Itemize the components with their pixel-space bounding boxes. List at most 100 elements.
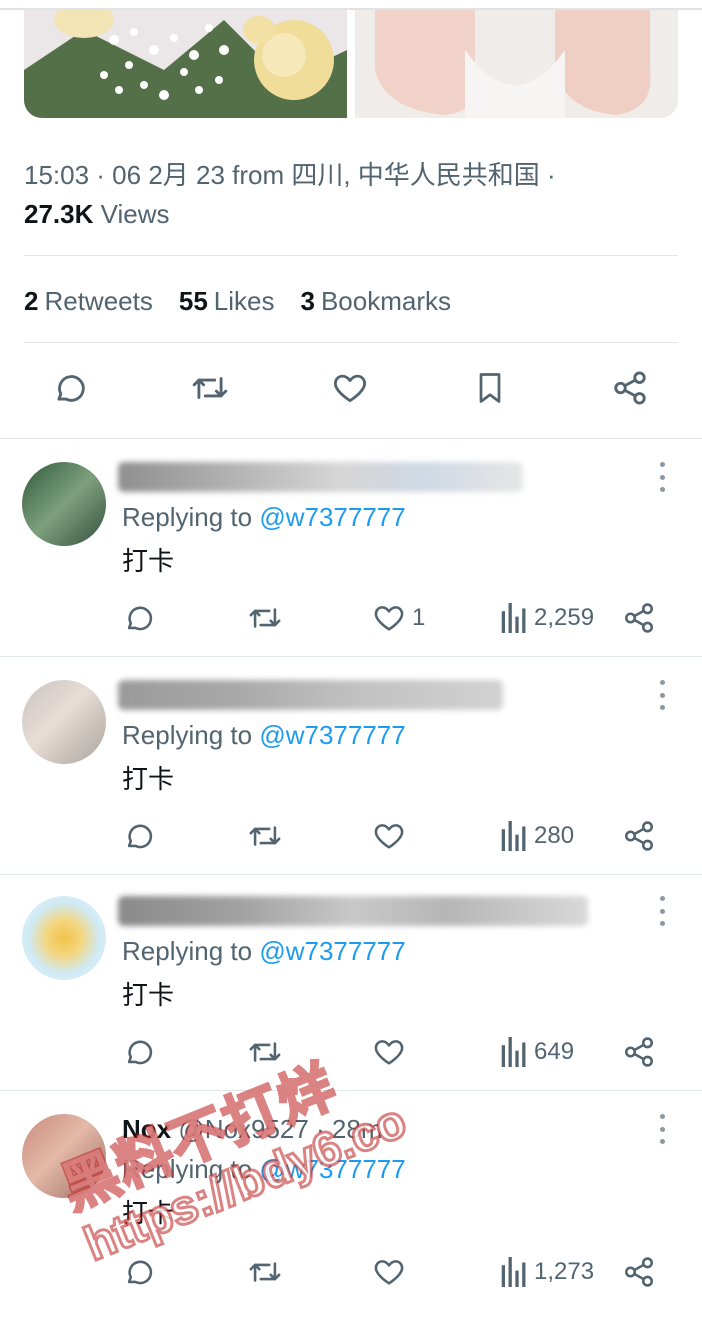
retweets-label: Retweets <box>44 286 153 316</box>
reply-item[interactable]: Replying to @w7377777 打卡 280 <box>0 658 702 874</box>
retweet-icon[interactable] <box>246 1032 284 1072</box>
reply-text: 打卡 <box>122 546 175 576</box>
user-meta: @Nox9527 · 28m <box>178 1114 383 1144</box>
photo-illustration <box>355 10 678 118</box>
tweet-action-bar <box>0 365 702 415</box>
replying-to: Replying to @w7377777 <box>122 1152 406 1186</box>
likes-stat[interactable]: 55 Likes <box>179 284 275 318</box>
bookmarks-count: 3 <box>300 286 315 316</box>
redacted-username[interactable] <box>118 462 523 492</box>
retweets-count: 2 <box>24 286 39 316</box>
views-count: 649 <box>534 1038 575 1065</box>
avatar[interactable] <box>22 896 106 980</box>
flowers-illustration <box>24 10 347 118</box>
share-icon[interactable] <box>622 1252 656 1292</box>
avatar[interactable] <box>22 1114 106 1198</box>
replying-to: Replying to @w7377777 <box>122 934 406 968</box>
views-label: Views <box>100 199 170 229</box>
views-icon <box>501 1257 526 1287</box>
divider <box>24 255 678 256</box>
reply-text: 打卡 <box>122 1198 175 1228</box>
like-button[interactable] <box>372 816 412 856</box>
retweet-icon[interactable] <box>187 365 233 411</box>
divider <box>24 342 678 343</box>
tweet-timestamp[interactable]: 15:03 · 06 2月 23 from 四川, 中华人民共和国 · <box>24 158 556 192</box>
bookmark-icon[interactable] <box>467 365 513 411</box>
views-icon <box>501 1037 526 1067</box>
like-count: 1 <box>412 604 426 631</box>
redacted-username[interactable] <box>118 896 588 926</box>
reply-actions: 1,273 <box>0 1252 702 1292</box>
replying-handle[interactable]: @w7377777 <box>259 1154 405 1184</box>
reply-text: 打卡 <box>122 980 175 1010</box>
like-icon <box>374 1260 404 1285</box>
replying-handle[interactable]: @w7377777 <box>259 502 405 532</box>
reply-icon[interactable] <box>122 598 156 638</box>
replying-prefix: Replying to <box>122 720 253 750</box>
user-name-line[interactable]: Nox @Nox9527 · 28m <box>122 1114 383 1144</box>
views-count: 2,259 <box>534 604 595 631</box>
reply-item[interactable]: Replying to @w7377777 打卡 649 <box>0 874 702 1090</box>
likes-count: 55 <box>178 286 208 316</box>
more-options-icon[interactable] <box>656 680 668 710</box>
bookmarks-label: Bookmarks <box>320 286 451 316</box>
like-button[interactable] <box>372 1032 412 1072</box>
replying-to: Replying to @w7377777 <box>122 718 406 752</box>
replying-prefix: Replying to <box>122 1154 253 1184</box>
views-button[interactable]: 649 <box>500 1032 574 1072</box>
reply-actions: 649 <box>0 1032 702 1072</box>
like-icon <box>374 824 404 849</box>
reply-actions: 280 <box>0 816 702 856</box>
replying-to: Replying to @w7377777 <box>122 500 406 534</box>
replying-handle[interactable]: @w7377777 <box>259 720 405 750</box>
reply-text: 打卡 <box>122 764 175 794</box>
avatar[interactable] <box>22 462 106 546</box>
reply-icon[interactable] <box>122 1032 156 1072</box>
display-name: Nox <box>122 1114 172 1144</box>
views-button[interactable]: 280 <box>500 816 574 856</box>
more-options-icon[interactable] <box>656 462 668 492</box>
bookmarks-stat[interactable]: 3 Bookmarks <box>300 284 451 318</box>
retweet-icon[interactable] <box>246 598 284 638</box>
retweet-icon[interactable] <box>246 1252 284 1292</box>
reply-icon[interactable] <box>122 1252 156 1292</box>
like-button[interactable]: 1 <box>372 598 425 638</box>
avatar[interactable] <box>22 680 106 764</box>
more-options-icon[interactable] <box>656 896 668 926</box>
views-count: 1,273 <box>534 1258 595 1285</box>
share-icon[interactable] <box>622 598 656 638</box>
tweet-views[interactable]: 27.3K Views <box>24 197 170 231</box>
views-button[interactable]: 2,259 <box>500 598 594 638</box>
reply-actions: 1 2,259 <box>0 598 702 638</box>
divider <box>0 1090 702 1091</box>
views-button[interactable]: 1,273 <box>500 1252 594 1292</box>
views-count: 280 <box>534 822 575 849</box>
like-icon <box>374 606 404 631</box>
replying-prefix: Replying to <box>122 936 253 966</box>
like-icon <box>374 1040 404 1065</box>
reply-icon[interactable] <box>122 816 156 856</box>
tweet-media[interactable] <box>0 0 702 125</box>
views-icon <box>501 821 526 851</box>
likes-label: Likes <box>213 286 275 316</box>
share-icon[interactable] <box>607 365 653 411</box>
media-image-second[interactable] <box>355 10 678 118</box>
views-count: 27.3K <box>24 199 94 229</box>
share-icon[interactable] <box>622 1032 656 1072</box>
views-icon <box>501 603 526 633</box>
redacted-username[interactable] <box>118 680 503 710</box>
divider <box>0 438 702 439</box>
retweet-icon[interactable] <box>246 816 284 856</box>
reply-item[interactable]: Nox @Nox9527 · 28m Replying to @w7377777… <box>0 1092 702 1308</box>
like-icon[interactable] <box>327 365 373 411</box>
media-image-flowers[interactable] <box>24 10 347 118</box>
retweets-stat[interactable]: 2 Retweets <box>24 284 153 318</box>
reply-item[interactable]: Replying to @w7377777 打卡 1 2,259 <box>0 440 702 656</box>
more-options-icon[interactable] <box>656 1114 668 1144</box>
tweet-stats: 2 Retweets 55 Likes 3 Bookmarks <box>24 284 477 318</box>
divider <box>0 656 702 657</box>
replying-handle[interactable]: @w7377777 <box>259 936 405 966</box>
like-button[interactable] <box>372 1252 412 1292</box>
share-icon[interactable] <box>622 816 656 856</box>
reply-icon[interactable] <box>47 365 93 411</box>
